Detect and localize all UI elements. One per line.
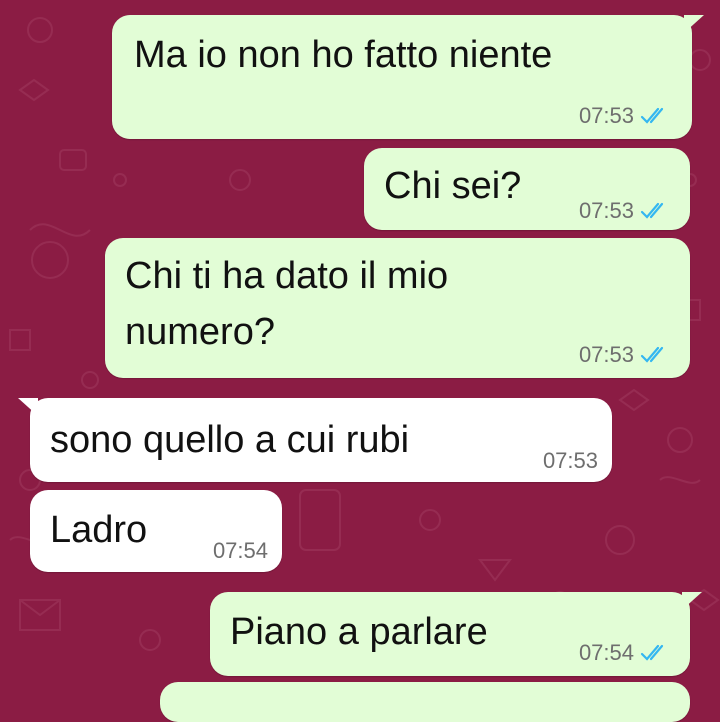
message-time: 07:53: [542, 448, 598, 473]
message-text: sono quello a cui rubi: [50, 419, 410, 461]
message-time: 07:53: [578, 342, 634, 367]
message-bubble-incoming[interactable]: sono quello a cui rubi 07:53: [18, 398, 612, 482]
message-time: 07:54: [212, 538, 268, 563]
double-check-read-icon: [640, 346, 664, 363]
double-check-read-icon: [640, 107, 664, 124]
message-meta: 07:54: [579, 640, 670, 666]
message-bubble-outgoing[interactable]: Chi sei? 07:53: [364, 148, 690, 230]
message-meta: 07:53: [579, 103, 670, 129]
message-text: Chi sei?: [384, 165, 522, 207]
bubble-tail: [682, 592, 702, 610]
double-check-read-icon: [640, 202, 664, 219]
message-bubble-outgoing[interactable]: Piano a parlare 07:54: [210, 592, 702, 676]
bubble-tail: [684, 15, 704, 33]
message-bubble-outgoing-partial[interactable]: [160, 682, 690, 722]
message-time: 07:54: [578, 640, 634, 665]
message-text: Ladro: [50, 509, 148, 551]
message-bubble-outgoing[interactable]: Ma io non ho fatto niente 07:53: [112, 15, 704, 139]
message-meta: 07:53: [543, 448, 598, 474]
message-bubble-outgoing[interactable]: Chi ti ha dato il mio numero? 07:53: [105, 238, 690, 378]
message-meta: 07:53: [579, 342, 670, 368]
message-meta: 07:54: [213, 538, 268, 564]
message-time: 07:53: [578, 103, 634, 128]
double-check-read-icon: [640, 644, 664, 661]
message-meta: 07:53: [579, 198, 670, 224]
message-bubble-incoming[interactable]: Ladro 07:54: [30, 490, 282, 572]
message-text-line: Chi ti ha dato il mio: [125, 255, 449, 297]
message-text: Piano a parlare: [230, 611, 488, 653]
message-text: Ma io non ho fatto niente: [134, 34, 553, 76]
message-text-line: numero?: [125, 311, 275, 353]
bubble-tail: [18, 398, 38, 416]
message-time: 07:53: [578, 198, 634, 223]
